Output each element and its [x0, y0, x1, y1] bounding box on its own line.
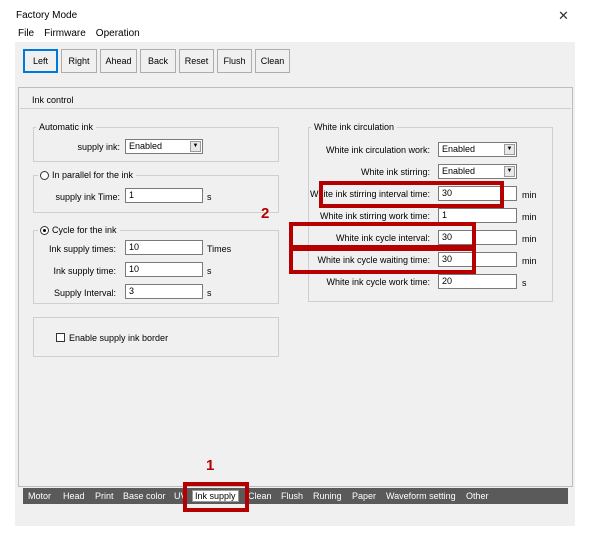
cycle-interval-unit: s — [207, 288, 212, 298]
highlight-cycle-wait — [289, 247, 476, 274]
close-icon[interactable]: ✕ — [558, 8, 569, 24]
white-stirring-select[interactable]: Enabled ▼ — [438, 164, 517, 179]
cycle-label: Cycle for the ink — [38, 225, 120, 235]
cycle-times-label: Ink supply times: — [48, 244, 116, 254]
tab-runing[interactable]: Runing — [313, 491, 342, 501]
cycle-radio[interactable] — [40, 226, 49, 235]
annotation-one: 1 — [206, 457, 215, 474]
parallel-radio[interactable] — [40, 171, 49, 180]
menu-operation[interactable]: Operation — [96, 28, 140, 39]
panel-title: Ink control — [32, 95, 74, 105]
supply-ink-value: Enabled — [129, 141, 163, 151]
stir-work-unit: min — [522, 212, 537, 222]
window-title: Factory Mode — [16, 10, 78, 21]
tab-base-color[interactable]: Base color — [123, 491, 166, 501]
white-stirring-label: White ink stirring: — [360, 167, 430, 177]
stir-work-label: White ink stirring work time: — [319, 211, 430, 221]
cycle-time-input[interactable]: 10 — [125, 262, 203, 277]
parallel-time-unit: s — [207, 192, 212, 202]
flush-button[interactable]: Flush — [217, 49, 252, 73]
border-label: Enable supply ink border — [69, 333, 169, 343]
tab-paper[interactable]: Paper — [352, 491, 376, 501]
left-button[interactable]: Left — [23, 49, 58, 73]
tab-other[interactable]: Other — [466, 491, 489, 501]
cycle-work-input[interactable]: 20 — [438, 274, 517, 289]
chevron-down-icon[interactable]: ▼ — [504, 144, 515, 155]
supply-ink-label: supply ink: — [77, 142, 120, 152]
cycle-wait-unit: min — [522, 256, 537, 266]
parallel-time-input[interactable]: 1 — [125, 188, 203, 203]
panel-divider — [20, 108, 571, 109]
cycle-interval-input[interactable]: 3 — [125, 284, 203, 299]
white-work-select[interactable]: Enabled ▼ — [438, 142, 517, 157]
ahead-button[interactable]: Ahead — [100, 49, 137, 73]
menu-file[interactable]: File — [18, 28, 34, 39]
tab-print[interactable]: Print — [95, 491, 114, 501]
annotation-two: 2 — [261, 205, 270, 222]
highlight-cycle-interval — [289, 222, 476, 249]
menu-firmware[interactable]: Firmware — [44, 28, 86, 39]
chevron-down-icon[interactable]: ▼ — [504, 166, 515, 177]
cycle-interval-label: Supply Interval: — [53, 288, 116, 298]
tab-motor[interactable]: Motor — [28, 491, 51, 501]
parallel-label: In parallel for the ink — [38, 170, 137, 180]
highlight-ink-supply-tab — [183, 482, 249, 512]
chevron-down-icon[interactable]: ▼ — [190, 141, 201, 152]
right-button[interactable]: Right — [61, 49, 97, 73]
menu-bar: File Firmware Operation — [18, 28, 140, 39]
clean-button[interactable]: Clean — [255, 49, 290, 73]
tab-head[interactable]: Head — [63, 491, 85, 501]
tab-flush[interactable]: Flush — [281, 491, 303, 501]
cycle-work-label: White ink cycle work time: — [326, 277, 430, 287]
cycle-times-unit: Times — [207, 244, 232, 254]
cycle-work-unit: s — [522, 278, 527, 288]
white-work-label: White ink circulation work: — [325, 145, 430, 155]
white-ink-label: White ink circulation — [311, 122, 398, 132]
stir-interval-unit: min — [522, 190, 537, 200]
tab-clean[interactable]: Clean — [248, 491, 272, 501]
back-button[interactable]: Back — [140, 49, 176, 73]
cycle-times-input[interactable]: 10 — [125, 240, 203, 255]
border-checkbox[interactable] — [56, 333, 65, 342]
supply-ink-select[interactable]: Enabled ▼ — [125, 139, 203, 154]
cycle-time-unit: s — [207, 266, 212, 276]
automatic-ink-label: Automatic ink — [36, 122, 97, 132]
highlight-stir-interval — [319, 181, 504, 208]
tab-waveform-setting[interactable]: Waveform setting — [386, 491, 456, 501]
white-work-value: Enabled — [442, 144, 476, 154]
stir-work-input[interactable]: 1 — [438, 208, 517, 223]
white-cycle-interval-unit: min — [522, 234, 537, 244]
white-stirring-value: Enabled — [442, 166, 476, 176]
parallel-time-label: supply ink Time: — [55, 192, 120, 202]
reset-button[interactable]: Reset — [179, 49, 214, 73]
cycle-time-label: Ink supply time: — [53, 266, 116, 276]
